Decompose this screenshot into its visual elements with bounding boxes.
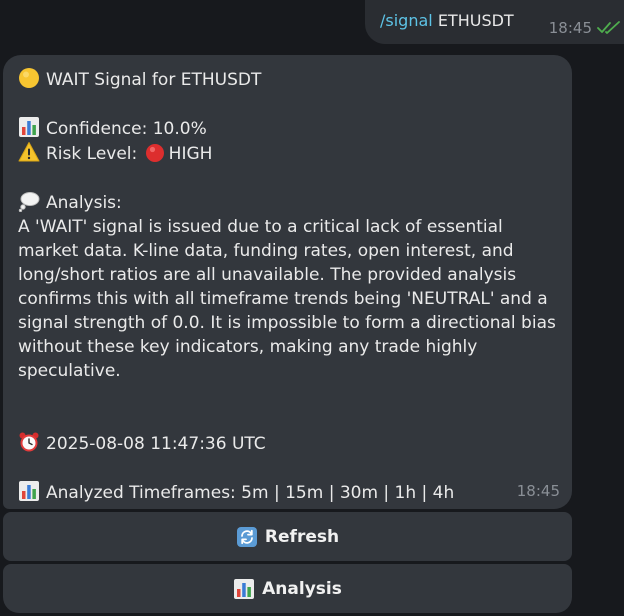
- analysis-heading-line: Analysis:: [18, 190, 558, 215]
- risk-label: Risk Level:: [46, 144, 138, 164]
- chat-view: /signal ETHUSDT 18:45 WAIT Signal for ET…: [0, 0, 624, 616]
- double-check-icon: [597, 21, 620, 34]
- command-link[interactable]: /signal: [380, 11, 433, 30]
- timestamp-line: 2025-08-08 11:47:36 UTC: [18, 431, 558, 456]
- refresh-icon: [236, 526, 257, 547]
- warning-icon: [18, 142, 40, 162]
- signal-message: WAIT Signal for ETHUSDT Confidence: 10.0…: [3, 55, 572, 509]
- bar-chart-icon: [234, 578, 255, 599]
- signal-timestamp: 2025-08-08 11:47:36 UTC: [46, 434, 266, 454]
- outgoing-message: /signal ETHUSDT 18:45: [365, 0, 624, 44]
- confidence-line: Confidence: 10.0%: [18, 116, 558, 141]
- analysis-heading: Analysis:: [46, 193, 122, 213]
- thought-bubble-icon: [18, 192, 40, 212]
- bar-chart-icon: [19, 481, 39, 501]
- alarm-clock-icon: [19, 432, 39, 452]
- risk-line: Risk Level: HIGH: [18, 141, 558, 166]
- timeframes-line: Analyzed Timeframes: 5m | 15m | 30m | 1h…: [18, 480, 558, 505]
- refresh-button[interactable]: Refresh: [3, 512, 572, 561]
- confidence-text: Confidence: 10.0%: [46, 119, 207, 139]
- analysis-label: Analysis: [262, 578, 342, 599]
- yellow-circle-icon: [19, 68, 39, 88]
- outgoing-time: 18:45: [548, 19, 592, 37]
- bar-chart-icon: [19, 117, 39, 137]
- risk-value: HIGH: [168, 144, 213, 164]
- red-circle-icon: [145, 144, 164, 162]
- analysis-button[interactable]: Analysis: [3, 564, 572, 613]
- message-time: 18:45: [516, 482, 560, 500]
- outgoing-meta: 18:45: [549, 19, 621, 37]
- command-symbol: ETHUSDT: [437, 11, 514, 30]
- signal-title-line: WAIT Signal for ETHUSDT: [18, 67, 558, 92]
- timeframes-text: Analyzed Timeframes: 5m | 15m | 30m | 1h…: [46, 483, 455, 503]
- analysis-text: A 'WAIT' signal is issued due to a criti…: [18, 217, 556, 381]
- refresh-label: Refresh: [264, 526, 340, 547]
- signal-title: WAIT Signal for ETHUSDT: [46, 70, 262, 90]
